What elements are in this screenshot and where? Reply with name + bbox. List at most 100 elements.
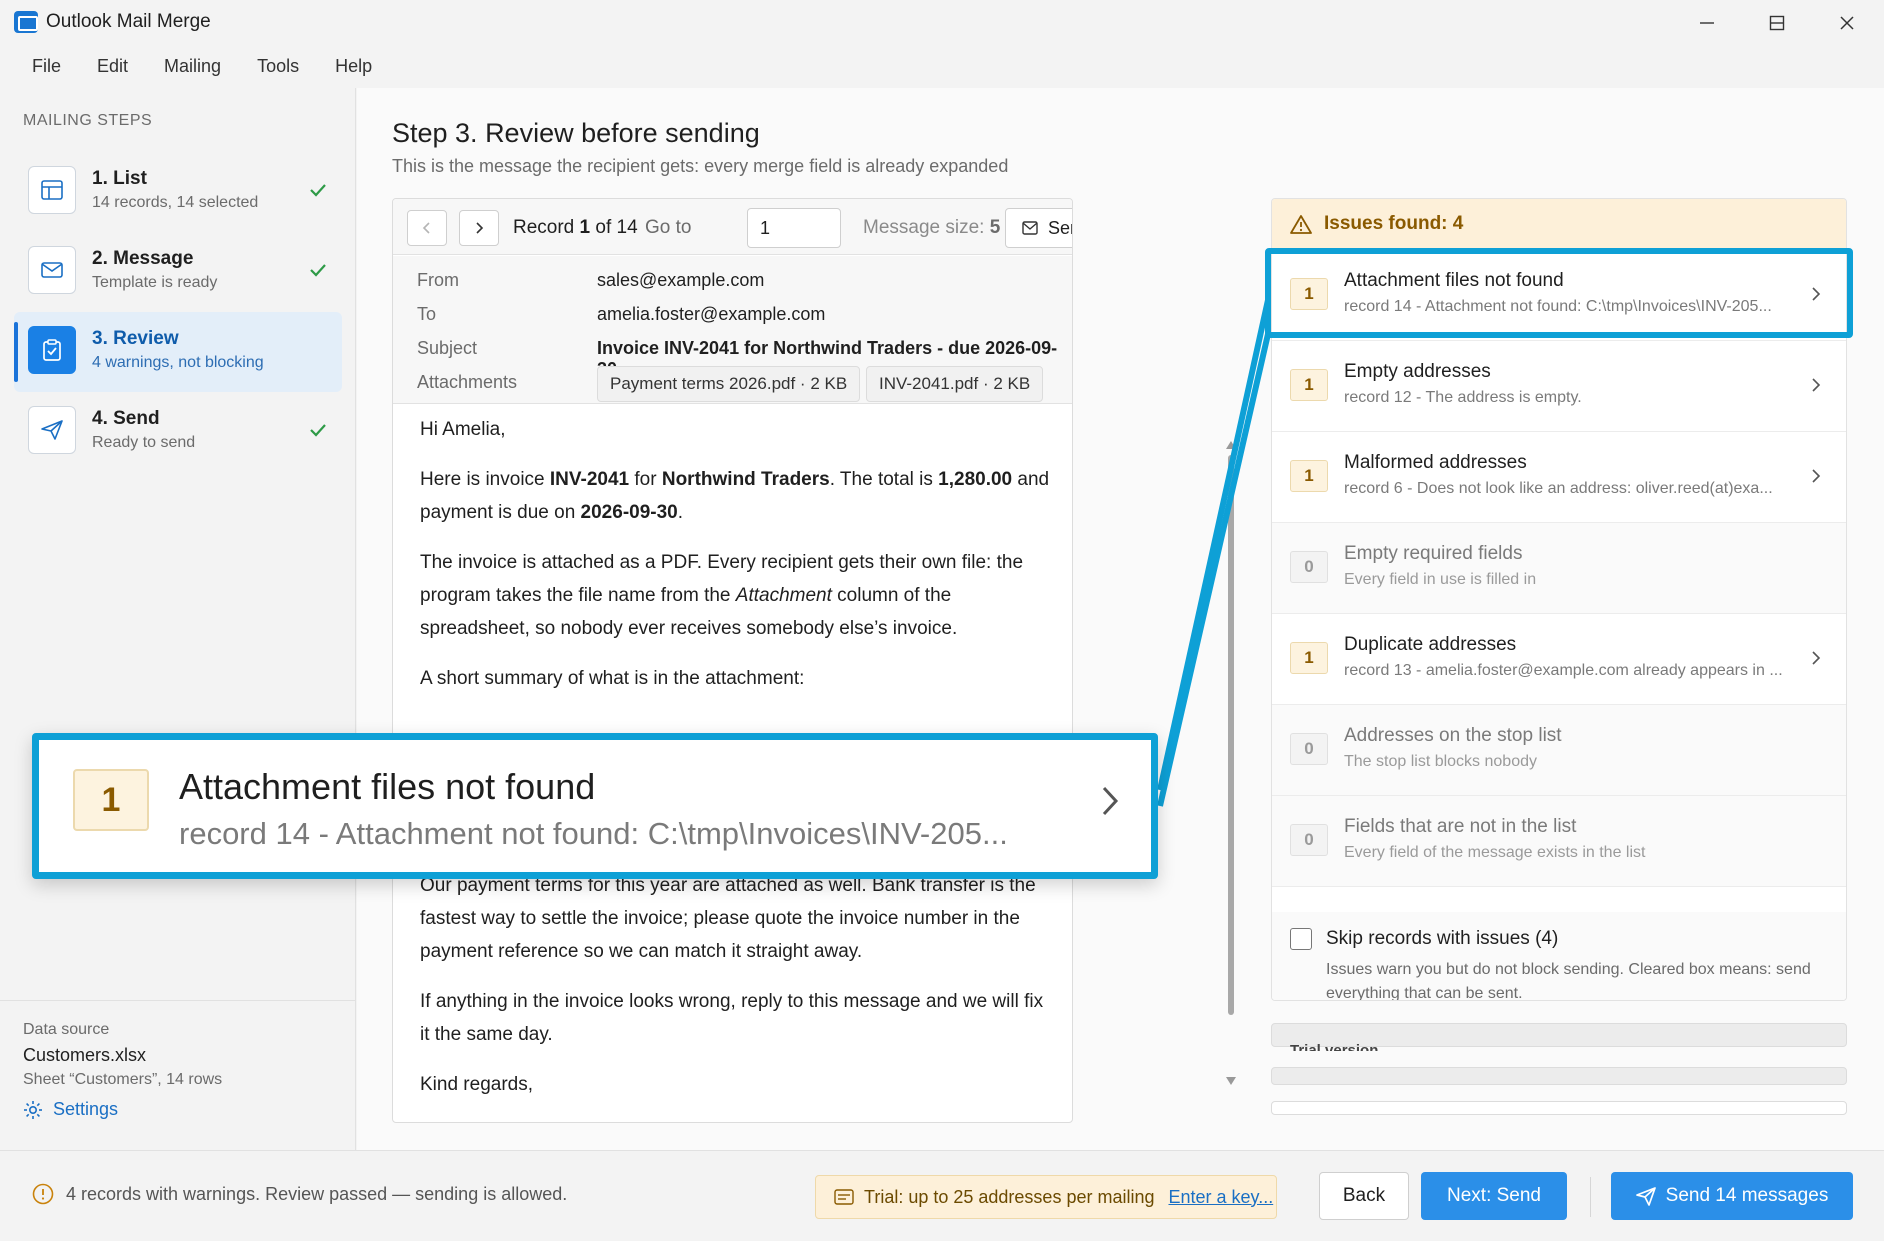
page-title: Step 3. Review before sending [392, 118, 760, 148]
checkmark-icon [308, 180, 328, 200]
trial-slider[interactable] [1271, 1101, 1847, 1115]
card-icon [834, 1189, 854, 1205]
issue-title: Empty required fields [1344, 543, 1523, 564]
menu-mailing[interactable]: Mailing [146, 46, 239, 86]
message-headers: From sales@example.com To amelia.foster@… [393, 256, 1072, 404]
envelope-icon [28, 246, 76, 294]
issue-count-badge: 1 [1290, 369, 1328, 401]
text: for [629, 469, 662, 490]
menu-tools[interactable]: Tools [239, 46, 317, 86]
body-paragraph-3: A short summary of what is in the attach… [420, 668, 805, 689]
menu-edit[interactable]: Edit [79, 46, 146, 86]
issue-row-empty-addresses[interactable]: 1 Empty addresses record 12 - The addres… [1272, 341, 1846, 432]
settings-link[interactable]: Settings [23, 1099, 118, 1120]
data-source-sheet: Sheet “Customers”, 14 rows [23, 1071, 223, 1088]
enter-key-link[interactable]: Enter a key... [1168, 1187, 1273, 1208]
footer-divider [1590, 1177, 1591, 1217]
goto-record-input[interactable] [747, 208, 841, 248]
callout-count-badge: 1 [73, 769, 149, 831]
attachment-chip[interactable]: Payment terms 2026.pdf · 2 KB [597, 366, 861, 402]
skip-records-checkbox[interactable] [1290, 928, 1312, 950]
issues-count: Issues found: 4 [1324, 212, 1464, 234]
text: . [677, 502, 684, 523]
goto-label: Go to [645, 217, 692, 238]
body-paragraph-2: The invoice is attached as a PDF. Every … [420, 546, 1050, 645]
trial-text: Trial: up to 25 addresses per mailing [864, 1186, 1155, 1207]
close-icon [1840, 16, 1854, 30]
send-test-button[interactable]: Send a test to myself [1005, 208, 1072, 248]
issue-row-required-fields: 0 Empty required fields Every field in u… [1272, 523, 1846, 614]
chevron-right-icon [1810, 468, 1822, 484]
envelope-icon [1022, 221, 1038, 235]
attachment-chip[interactable]: INV-2041.pdf · 2 KB [866, 366, 1044, 402]
issue-row-stop-list: 0 Addresses on the stop list The stop li… [1272, 705, 1846, 796]
trial-section-header: Trial version [1271, 1023, 1847, 1051]
issue-row-duplicates[interactable]: 1 Duplicate addresses record 13 - amelia… [1272, 614, 1846, 705]
zoom-callout: 1 Attachment files not found record 14 -… [32, 733, 1158, 879]
skip-records-label[interactable]: Skip records with issues (4) [1326, 928, 1558, 950]
issue-row-unknown-fields: 0 Fields that are not in the list Every … [1272, 796, 1846, 887]
skip-records-option: Skip records with issues (4) Issues warn… [1272, 912, 1846, 1001]
send-messages-button[interactable]: Send 14 messages [1611, 1172, 1853, 1220]
sidebar: MAILING STEPS 1. List 14 records, 14 sel… [0, 88, 356, 1150]
menu-bar: File Edit Mailing Tools Help [0, 46, 1884, 86]
issue-title: Addresses on the stop list [1344, 725, 1562, 746]
attachment-column: Attachment [735, 585, 832, 606]
table-icon [28, 166, 76, 214]
trial-section: Trial version [1271, 1023, 1847, 1123]
gear-icon [23, 1100, 43, 1120]
text: Here is invoice [420, 469, 550, 490]
step-review[interactable]: 3. Review 4 warnings, not blocking [14, 312, 342, 392]
send-icon [1635, 1186, 1656, 1206]
step-title: 4. Send [92, 408, 160, 429]
issue-detail: The stop list blocks nobody [1344, 753, 1537, 770]
message-preview: Record 1 of 14 Go to Message size: 5 KB … [392, 198, 1073, 1123]
warning-icon [1290, 214, 1312, 234]
body-paragraph-1: Here is invoice INV-2041 for Northwind T… [420, 463, 1050, 529]
trial-banner: Trial: up to 25 addresses per mailing En… [815, 1175, 1277, 1219]
issue-detail: Every field of the message exists in the… [1344, 844, 1646, 861]
next-send-button[interactable]: Next: Send [1421, 1172, 1567, 1220]
issue-title: Duplicate addresses [1344, 634, 1517, 655]
menu-file[interactable]: File [0, 46, 79, 86]
maximize-icon [1769, 15, 1785, 31]
chevron-right-icon [1810, 377, 1822, 393]
due-date: 2026-09-30 [580, 502, 678, 523]
from-label: From [417, 270, 459, 290]
menu-help[interactable]: Help [317, 46, 390, 86]
close-window-button[interactable] [1812, 0, 1882, 46]
next-record-button[interactable] [459, 210, 499, 246]
data-source-file: Customers.xlsx [23, 1045, 147, 1065]
send-icon [28, 406, 76, 454]
from-value: sales@example.com [597, 270, 765, 290]
minimize-window-icon [1700, 22, 1714, 24]
scrollbar-track [1226, 441, 1236, 1085]
issue-title: Fields that are not in the list [1344, 816, 1577, 837]
step-message[interactable]: 2. Message Template is ready [14, 232, 342, 312]
issue-detail: Every field in use is filled in [1344, 571, 1537, 588]
page-subtitle: This is the message the recipient gets: … [392, 156, 1009, 176]
body-paragraph-4: Our payment terms for this year are atta… [420, 875, 1036, 962]
issues-header: Issues found: 4 [1272, 199, 1846, 249]
maximize-button[interactable] [1742, 0, 1812, 46]
previous-record-button[interactable] [407, 210, 447, 246]
minimize-window-button[interactable] [1672, 0, 1742, 46]
step-send[interactable]: 4. Send Ready to send [14, 392, 342, 472]
title-bar: Outlook Mail Merge [0, 0, 1884, 46]
step-list[interactable]: 1. List 14 records, 14 selected [14, 152, 342, 232]
chevron-left-icon [422, 222, 430, 234]
step-title: 3. Review [92, 328, 179, 349]
back-button[interactable]: Back [1319, 1172, 1409, 1220]
issue-row-malformed[interactable]: 1 Malformed addresses record 6 - Does no… [1272, 432, 1846, 523]
skip-records-help: Issues warn you but do not block sending… [1326, 961, 1811, 1001]
message-size-label: Message size: [863, 217, 985, 238]
send-messages-label: Send 14 messages [1665, 1185, 1829, 1206]
settings-label: Settings [53, 1099, 119, 1119]
invoice-number: INV-2041 [549, 469, 630, 490]
attachments-label: Attachments [417, 372, 518, 392]
preview-scrollbar[interactable] [1226, 441, 1236, 1091]
issue-title: Empty addresses [1344, 361, 1491, 382]
body-greeting: Hi Amelia, [420, 419, 506, 440]
app-icon [14, 11, 38, 33]
review-status-text: 4 records with warnings. Review passed —… [66, 1183, 568, 1204]
